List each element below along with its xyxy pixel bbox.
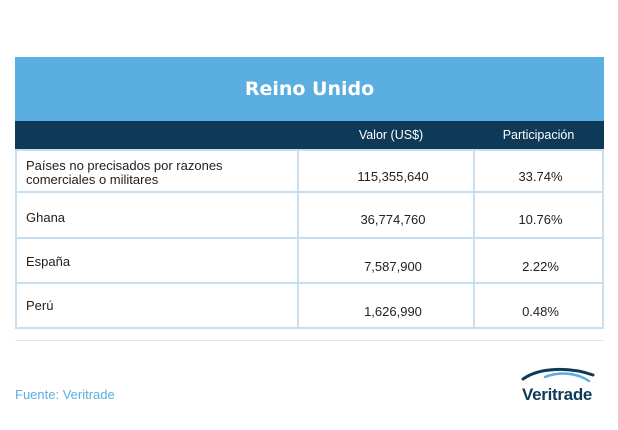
country-cell: Países no precisados por razones comerci… [17,151,297,191]
country-cell: España [26,254,71,269]
table-row: Perú 1,626,990 0.48% [15,284,604,329]
share-cell: 10.76% [518,212,563,227]
table-row: España 7,587,900 2.22% [15,239,604,284]
header-value: Valor (US$) [358,128,424,142]
value-cell: 7,587,900 [297,239,475,282]
header-share: Participación [502,128,575,142]
table-row: Países no precisados por razones comerci… [15,149,604,193]
value-cell: 115,355,640 [297,151,475,191]
table-title: Reino Unido [15,57,604,121]
logo-text: Veritrade [522,385,593,404]
source-label: Fuente: Veritrade [15,387,115,402]
data-table: Reino Unido Valor (US$) Participación Pa… [15,57,604,329]
country-cell: Perú [26,298,54,313]
table-row: Ghana 36,774,760 10.76% [15,193,604,239]
share-cell: 33.74% [518,169,563,184]
share-cell: 2.22% [522,259,559,274]
country-line-2: comerciales o militares [26,172,159,187]
table-header: Valor (US$) Participación [15,121,604,149]
country-cell: Ghana [26,210,66,225]
divider [15,340,604,341]
country-line-1: Países no precisados por razones [26,158,223,173]
value-cell: 36,774,760 [297,193,475,237]
share-cell: 0.48% [522,304,559,319]
value-cell: 1,626,990 [297,284,475,327]
